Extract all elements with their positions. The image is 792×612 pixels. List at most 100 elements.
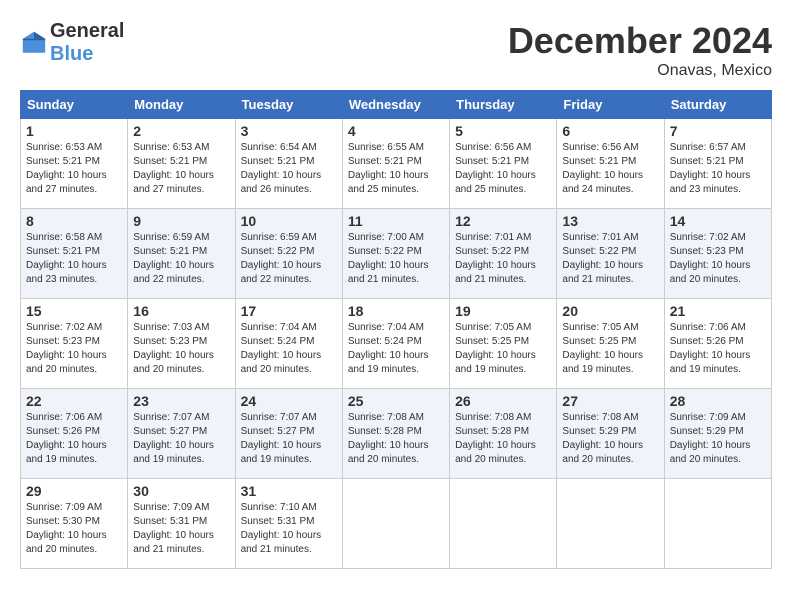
day-info: Sunrise: 6:59 AMSunset: 5:22 PMDaylight:… xyxy=(241,232,322,285)
day-number: 2 xyxy=(133,123,229,139)
day-number: 25 xyxy=(348,393,444,409)
day-cell-12: 12Sunrise: 7:01 AMSunset: 5:22 PMDayligh… xyxy=(450,209,557,299)
day-info: Sunrise: 7:05 AMSunset: 5:25 PMDaylight:… xyxy=(562,322,643,375)
calendar-week-1: 1 Sunrise: 6:53 AMSunset: 5:21 PMDaylight… xyxy=(21,119,772,209)
empty-cell xyxy=(342,479,449,569)
day-cell-23: 23 Sunrise: 7:07 AMSunset: 5:27 PMDayligh… xyxy=(128,389,235,479)
day-info: Sunrise: 6:54 AMSunset: 5:21 PMDaylight:… xyxy=(241,142,322,195)
day-cell-21: 21 Sunrise: 7:06 AMSunset: 5:26 PMDayligh… xyxy=(664,299,771,389)
day-number: 26 xyxy=(455,393,551,409)
day-info: Sunrise: 6:56 AMSunset: 5:21 PMDaylight:… xyxy=(562,142,643,195)
day-info: Sunrise: 7:08 AMSunset: 5:28 PMDaylight:… xyxy=(455,412,536,465)
col-monday: Monday xyxy=(128,91,235,119)
day-cell-13: 13 Sunrise: 7:01 AMSunset: 5:22 PMDayligh… xyxy=(557,209,664,299)
empty-cell xyxy=(557,479,664,569)
day-number: 8 xyxy=(26,213,122,229)
day-number: 31 xyxy=(241,483,337,499)
day-cell-3: 3 Sunrise: 6:54 AMSunset: 5:21 PMDaylight… xyxy=(235,119,342,209)
day-info: Sunrise: 7:09 AMSunset: 5:30 PMDaylight:… xyxy=(26,502,107,555)
logo-icon xyxy=(20,29,48,57)
day-number: 30 xyxy=(133,483,229,499)
col-tuesday: Tuesday xyxy=(235,91,342,119)
day-info: Sunrise: 7:01 AMSunset: 5:22 PMDaylight:… xyxy=(562,232,643,285)
day-number: 10 xyxy=(241,213,337,229)
day-cell-14: 14Sunrise: 7:02 AMSunset: 5:23 PMDayligh… xyxy=(664,209,771,299)
day-cell-4: 4 Sunrise: 6:55 AMSunset: 5:21 PMDaylight… xyxy=(342,119,449,209)
day-info: Sunrise: 7:02 AMSunset: 5:23 PMDaylight:… xyxy=(26,322,107,375)
day-number: 6 xyxy=(562,123,658,139)
day-info: Sunrise: 7:06 AMSunset: 5:26 PMDaylight:… xyxy=(670,322,751,375)
col-saturday: Saturday xyxy=(664,91,771,119)
day-number: 5 xyxy=(455,123,551,139)
day-number: 21 xyxy=(670,303,766,319)
day-cell-6: 6 Sunrise: 6:56 AMSunset: 5:21 PMDaylight… xyxy=(557,119,664,209)
col-sunday: Sunday xyxy=(21,91,128,119)
day-number: 24 xyxy=(241,393,337,409)
empty-cell xyxy=(450,479,557,569)
day-cell-7: 7 Sunrise: 6:57 AMSunset: 5:21 PMDaylight… xyxy=(664,119,771,209)
day-info: Sunrise: 7:04 AMSunset: 5:24 PMDaylight:… xyxy=(241,322,322,375)
day-cell-29: 29 Sunrise: 7:09 AMSunset: 5:30 PMDayligh… xyxy=(21,479,128,569)
day-cell-17: 17 Sunrise: 7:04 AMSunset: 5:24 PMDayligh… xyxy=(235,299,342,389)
day-number: 11 xyxy=(348,213,444,229)
day-info: Sunrise: 7:00 AMSunset: 5:22 PMDaylight:… xyxy=(348,232,429,285)
day-number: 29 xyxy=(26,483,122,499)
day-cell-25: 25Sunrise: 7:08 AMSunset: 5:28 PMDayligh… xyxy=(342,389,449,479)
day-cell-5: 5 Sunrise: 6:56 AMSunset: 5:21 PMDaylight… xyxy=(450,119,557,209)
day-cell-30: 30 Sunrise: 7:09 AMSunset: 5:31 PMDayligh… xyxy=(128,479,235,569)
day-info: Sunrise: 6:55 AMSunset: 5:21 PMDaylight:… xyxy=(348,142,429,195)
day-number: 22 xyxy=(26,393,122,409)
day-info: Sunrise: 7:02 AMSunset: 5:23 PMDaylight:… xyxy=(670,232,751,285)
day-cell-20: 20 Sunrise: 7:05 AMSunset: 5:25 PMDayligh… xyxy=(557,299,664,389)
day-info: Sunrise: 7:06 AMSunset: 5:26 PMDaylight:… xyxy=(26,412,107,465)
day-number: 17 xyxy=(241,303,337,319)
day-number: 9 xyxy=(133,213,229,229)
day-number: 16 xyxy=(133,303,229,319)
day-info: Sunrise: 6:57 AMSunset: 5:21 PMDaylight:… xyxy=(670,142,751,195)
calendar-body: 1 Sunrise: 6:53 AMSunset: 5:21 PMDaylight… xyxy=(21,119,772,569)
day-cell-19: 19 Sunrise: 7:05 AMSunset: 5:25 PMDayligh… xyxy=(450,299,557,389)
day-number: 1 xyxy=(26,123,122,139)
day-cell-27: 27 Sunrise: 7:08 AMSunset: 5:29 PMDayligh… xyxy=(557,389,664,479)
day-cell-10: 10 Sunrise: 6:59 AMSunset: 5:22 PMDayligh… xyxy=(235,209,342,299)
day-cell-26: 26 Sunrise: 7:08 AMSunset: 5:28 PMDayligh… xyxy=(450,389,557,479)
day-info: Sunrise: 7:09 AMSunset: 5:31 PMDaylight:… xyxy=(133,502,214,555)
day-info: Sunrise: 7:07 AMSunset: 5:27 PMDaylight:… xyxy=(133,412,214,465)
day-info: Sunrise: 7:09 AMSunset: 5:29 PMDaylight:… xyxy=(670,412,751,465)
day-number: 19 xyxy=(455,303,551,319)
day-info: Sunrise: 7:04 AMSunset: 5:24 PMDaylight:… xyxy=(348,322,429,375)
day-info: Sunrise: 7:03 AMSunset: 5:23 PMDaylight:… xyxy=(133,322,214,375)
day-cell-15: 15 Sunrise: 7:02 AMSunset: 5:23 PMDayligh… xyxy=(21,299,128,389)
day-number: 12 xyxy=(455,213,551,229)
day-cell-8: 8Sunrise: 6:58 AMSunset: 5:21 PMDaylight… xyxy=(21,209,128,299)
day-cell-16: 16 Sunrise: 7:03 AMSunset: 5:23 PMDayligh… xyxy=(128,299,235,389)
month-title: December 2024 xyxy=(508,20,772,62)
day-number: 4 xyxy=(348,123,444,139)
day-number: 3 xyxy=(241,123,337,139)
col-thursday: Thursday xyxy=(450,91,557,119)
day-cell-2: 2Sunrise: 6:53 AMSunset: 5:21 PMDaylight… xyxy=(128,119,235,209)
day-cell-24: 24Sunrise: 7:07 AMSunset: 5:27 PMDayligh… xyxy=(235,389,342,479)
day-number: 18 xyxy=(348,303,444,319)
day-number: 7 xyxy=(670,123,766,139)
calendar-week-4: 22 Sunrise: 7:06 AMSunset: 5:26 PMDayligh… xyxy=(21,389,772,479)
col-wednesday: Wednesday xyxy=(342,91,449,119)
day-number: 23 xyxy=(133,393,229,409)
day-cell-22: 22 Sunrise: 7:06 AMSunset: 5:26 PMDayligh… xyxy=(21,389,128,479)
day-info: Sunrise: 7:10 AMSunset: 5:31 PMDaylight:… xyxy=(241,502,322,555)
day-number: 15 xyxy=(26,303,122,319)
day-number: 27 xyxy=(562,393,658,409)
empty-cell xyxy=(664,479,771,569)
day-info: Sunrise: 7:05 AMSunset: 5:25 PMDaylight:… xyxy=(455,322,536,375)
day-number: 28 xyxy=(670,393,766,409)
calendar-week-3: 15 Sunrise: 7:02 AMSunset: 5:23 PMDayligh… xyxy=(21,299,772,389)
day-info: Sunrise: 7:08 AMSunset: 5:29 PMDaylight:… xyxy=(562,412,643,465)
day-info: Sunrise: 6:56 AMSunset: 5:21 PMDaylight:… xyxy=(455,142,536,195)
location: Onavas, Mexico xyxy=(508,62,772,80)
day-cell-31: 31 Sunrise: 7:10 AMSunset: 5:31 PMDayligh… xyxy=(235,479,342,569)
day-number: 20 xyxy=(562,303,658,319)
day-info: Sunrise: 6:53 AMSunset: 5:21 PMDaylight:… xyxy=(26,142,107,195)
day-info: Sunrise: 6:59 AMSunset: 5:21 PMDaylight:… xyxy=(133,232,214,285)
day-cell-9: 9 Sunrise: 6:59 AMSunset: 5:21 PMDaylight… xyxy=(128,209,235,299)
day-number: 13 xyxy=(562,213,658,229)
